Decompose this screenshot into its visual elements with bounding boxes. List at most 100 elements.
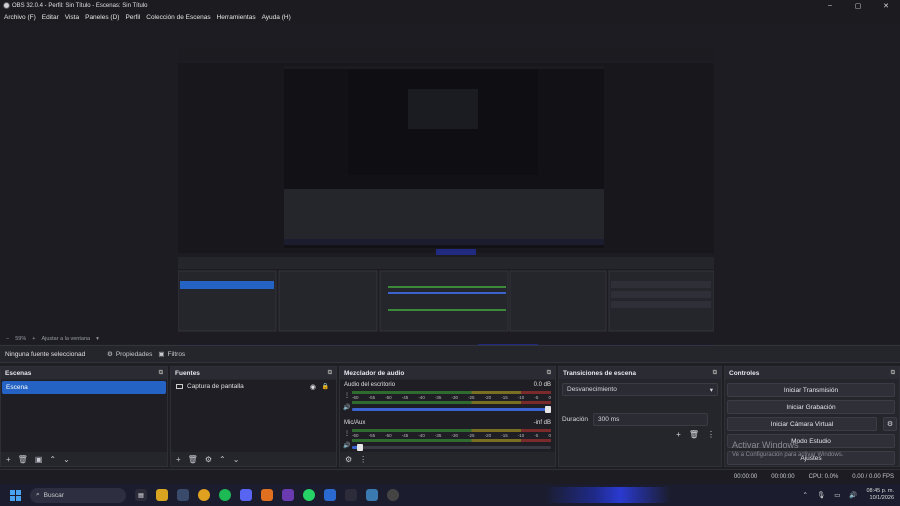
move-up-icon[interactable]: ⌃ [49,455,56,464]
scale-tick: -15 [501,395,508,400]
zoom-fit-dropdown[interactable]: Ajustar a la ventana [41,336,90,342]
more-icon[interactable]: ⋮ [344,392,350,399]
windows-start-icon[interactable] [10,489,21,501]
move-up-icon[interactable]: ⌃ [219,455,226,464]
start-virtual-camera-button[interactable]: Iniciar Cámara Virtual [727,417,877,431]
speaker-icon[interactable]: 🔊 [343,404,350,411]
source-item[interactable]: Captura de pantalla ◉ 🔒 [171,380,336,393]
gear-icon[interactable]: ⚙ [345,455,352,464]
source-label: Captura de pantalla [187,383,244,390]
network-icon[interactable]: ▭ [834,491,840,499]
taskbar-search[interactable]: ⌕ Buscar [30,487,126,503]
start-recording-button[interactable]: Iniciar Grabación [727,400,895,414]
more-icon[interactable]: ⋮ [707,430,715,439]
gear-icon: ⚙ [107,351,113,358]
zoom-in-icon[interactable]: + [32,336,35,342]
transitions-dock: Transiciones de escena ⧉ Desvanecimiento ▾… [558,366,722,467]
minimize-icon[interactable]: – [816,0,844,11]
chevron-down-icon[interactable]: ▾ [96,336,99,342]
menu-archivo[interactable]: Archivo (F) [4,14,36,21]
trash-icon[interactable]: 🗑 [689,430,699,439]
microphone-icon[interactable]: 🎙 [817,491,825,499]
task-view-icon[interactable]: ▤ [135,489,147,501]
trash-icon[interactable]: 🗑 [188,455,198,464]
virtual-camera-settings-button[interactable]: ⚙ [883,417,897,431]
file-explorer-icon[interactable] [156,489,168,501]
app-icon[interactable] [366,489,378,501]
transition-select[interactable]: Desvanecimiento ▾ [562,383,718,396]
volume-slider[interactable] [352,444,551,451]
transition-selected: Desvanecimiento [567,386,617,393]
zoom-out-icon[interactable]: − [6,336,9,342]
scene-item[interactable]: Escena [2,381,166,394]
menu-vista[interactable]: Vista [65,14,79,21]
undock-icon[interactable]: ⧉ [891,370,895,377]
channel-db: 0.0 dB [533,382,551,388]
audio-meter [352,391,551,394]
menu-ayuda[interactable]: Ayuda (H) [262,14,291,21]
volume-knob[interactable] [545,406,551,413]
terminal-icon[interactable] [345,489,357,501]
status-bar: 00:00:00 00:00:00 CPU: 0.0% 0.00 / 0.00 … [0,469,900,484]
duration-input[interactable]: 300 ms [593,413,708,426]
speaker-icon[interactable]: 🔊 [343,442,350,449]
move-down-icon[interactable]: ⌄ [233,455,240,464]
menu-paneles[interactable]: Paneles (D) [85,14,119,21]
volume-knob[interactable] [356,444,363,451]
scenes-list: Escena [1,380,167,452]
undock-icon[interactable]: ⧉ [547,370,551,377]
add-icon[interactable]: + [176,455,181,464]
chrome-icon[interactable] [198,489,210,501]
store-icon[interactable] [177,489,189,501]
filters-button[interactable]: ▣ Filtros [158,350,185,359]
scale-tick: 0 [548,433,551,438]
chevron-down-icon: ▾ [709,386,713,394]
menu-editar[interactable]: Editar [42,14,59,21]
scale-tick: -25 [468,395,475,400]
add-icon[interactable]: + [6,455,11,464]
clock-date: 10/1/2026 [869,495,894,501]
channel-db: -inf dB [533,420,551,426]
spotify-icon[interactable] [219,489,231,501]
discord-icon[interactable] [240,489,252,501]
more-icon[interactable]: ⋮ [359,455,367,464]
filter-icon: ▣ [158,351,165,358]
lock-icon[interactable]: 🔒 [322,383,329,390]
undock-icon[interactable]: ⧉ [159,370,163,377]
transitions-body: Desvanecimiento ▾ Duración 300 ms + 🗑 ⋮ [559,380,721,452]
add-icon[interactable]: + [676,430,681,439]
undock-icon[interactable]: ⧉ [328,370,332,377]
volume-slider[interactable] [352,406,551,413]
whatsapp-icon[interactable] [303,489,315,501]
eye-icon[interactable]: ◉ [310,383,316,391]
sources-header: Fuentes ⧉ [171,367,336,379]
obs-taskbar-icon[interactable] [387,489,399,501]
menu-perfil[interactable]: Perfil [125,14,140,21]
more-icon[interactable]: ⋮ [344,430,350,437]
window-title: OBS 32.0.4 - Perfil: Sin Título - Escena… [12,2,148,9]
sources-toolbar: + 🗑 ⚙ ⌃ ⌄ [171,452,336,466]
filter-icon[interactable]: ▣ [35,455,43,464]
gear-icon[interactable]: ⚙ [205,455,212,464]
menu-herramientas[interactable]: Herramientas [217,14,256,21]
chevron-up-icon[interactable]: ⌃ [803,491,808,499]
audio-meter [352,439,551,442]
undock-icon[interactable]: ⧉ [713,370,717,377]
properties-button[interactable]: ⚙ Propiedades [107,350,152,359]
scale-tick: -60 [352,395,359,400]
menu-coleccion-escenas[interactable]: Colección de Escenas [146,14,210,21]
app-icon[interactable] [261,489,273,501]
mixer-toolbar: ⚙ ⋮ [340,452,555,466]
start-streaming-button[interactable]: Iniciar Transmisión [727,383,895,397]
app-icon[interactable] [282,489,294,501]
volume-icon[interactable]: 🔊 [849,491,857,499]
move-down-icon[interactable]: ⌄ [63,455,70,464]
preview-canvas[interactable] [178,49,714,353]
clock[interactable]: 08:45 p. m. 10/1/2026 [866,488,894,502]
app-icon[interactable] [324,489,336,501]
trash-icon[interactable]: 🗑 [18,455,28,464]
scale-tick: -50 [385,395,392,400]
close-icon[interactable]: ✕ [872,0,900,11]
scale-tick: -20 [484,395,492,400]
maximize-icon[interactable]: ▢ [844,0,872,11]
